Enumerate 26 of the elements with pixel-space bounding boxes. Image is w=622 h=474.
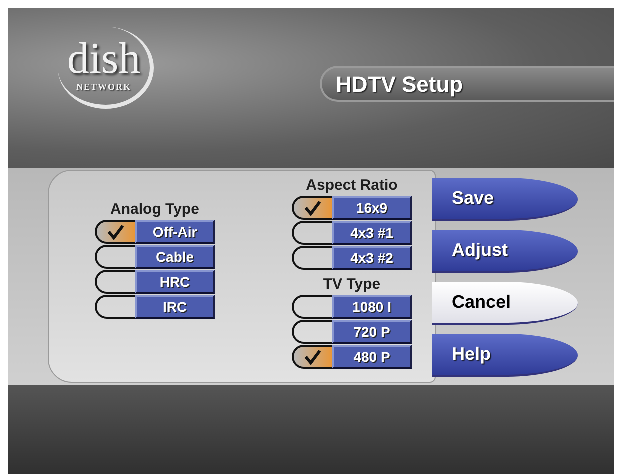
option-button[interactable]: Cable [135,245,215,269]
option-button[interactable]: IRC [135,295,215,319]
menu-button[interactable]: Save [432,178,578,221]
radio-indicator[interactable] [292,196,332,220]
option-button[interactable]: 480 P [332,345,412,369]
logo-word: dish [67,37,141,82]
group-title: Analog Type [110,201,200,219]
option-button[interactable]: 1080 I [332,295,412,319]
option-button[interactable]: 4x3 #2 [332,246,412,270]
option-button[interactable]: 4x3 #1 [332,221,412,245]
menu-button[interactable]: Adjust [432,230,578,273]
option-button[interactable]: Off-Air [135,220,215,244]
radio-indicator[interactable] [292,345,332,369]
option-button[interactable]: HRC [135,270,215,294]
group-title: Aspect Ratio [306,177,398,195]
screen-title: HDTV Setup [336,70,464,99]
check-icon [107,224,125,240]
menu-button[interactable]: Help [432,334,578,377]
logo-tagline: NETWORK [76,81,132,94]
check-icon [304,349,322,365]
menu-button[interactable]: Cancel [432,282,578,325]
check-icon [304,200,322,216]
radio-indicator[interactable] [95,220,135,244]
group-title: TV Type [323,276,381,294]
option-button[interactable]: 720 P [332,320,412,344]
option-button[interactable]: 16x9 [332,196,412,220]
